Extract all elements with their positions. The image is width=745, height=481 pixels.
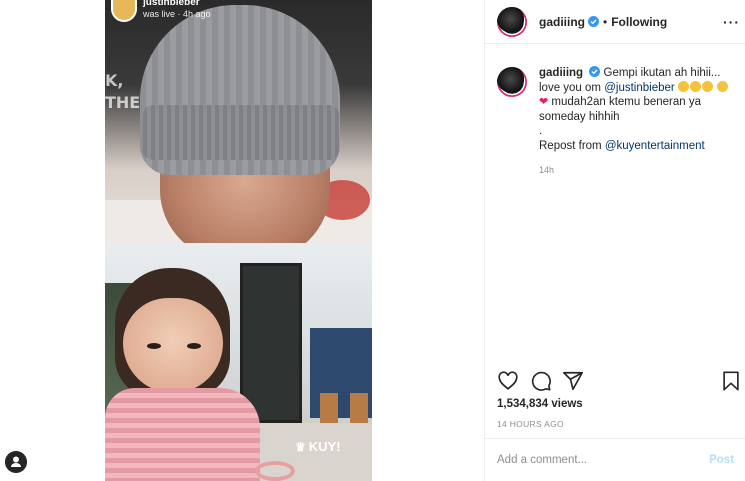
eye <box>187 343 201 349</box>
action-bar <box>497 370 742 394</box>
live-video-bottom: ♛ KUY! <box>105 243 372 481</box>
live-header: justinbieber was live · 4h ago <box>111 0 211 22</box>
caption-text-3: . <box>539 125 543 137</box>
user-icon[interactable] <box>5 451 27 473</box>
verified-icon <box>588 16 599 27</box>
caption-body: gadiiing Gempi ikutan ah hihii... love y… <box>539 66 734 178</box>
caption-avatar[interactable] <box>497 67 527 97</box>
following-button[interactable]: Following <box>611 15 667 29</box>
post-comment-button[interactable]: Post <box>709 454 734 466</box>
heart-icon[interactable] <box>497 370 519 392</box>
verified-icon <box>589 66 601 77</box>
child-shirt <box>105 388 260 481</box>
cup <box>255 461 295 481</box>
comment-bar: Post <box>485 438 745 481</box>
mention-link[interactable]: @justinbieber <box>604 82 675 94</box>
repost-label: Repost from <box>539 139 602 152</box>
mention-link[interactable]: @kuyentertainment <box>605 140 705 152</box>
live-avatar <box>111 0 137 22</box>
post-timestamp[interactable]: 14 HOURS AGO <box>497 419 564 429</box>
caption-username[interactable]: gadiiing <box>539 67 583 79</box>
caption-text-2: mudah2an ktemu beneran ya someday hihhih <box>539 96 702 123</box>
heart-emoji-icon: ❤ <box>539 96 549 108</box>
share-icon[interactable] <box>562 370 584 392</box>
live-username: justinbieber <box>143 0 200 8</box>
live-video-top: K, THE justinbieber was live · 4h ago <box>105 0 372 243</box>
window <box>240 263 302 423</box>
emoji-icon <box>689 80 701 92</box>
more-icon[interactable]: ··· <box>723 14 740 30</box>
bookmark-icon[interactable] <box>720 370 742 392</box>
post-media[interactable]: K,THE justinbieber was live · 4h ago ♛ <box>105 0 372 481</box>
beanie-cuff <box>143 105 339 160</box>
author-username[interactable]: gadiiing <box>539 15 585 29</box>
comment-icon[interactable] <box>530 370 552 392</box>
caption-age: 14h <box>539 165 555 175</box>
eye <box>147 343 161 349</box>
kuy-watermark: ♛ KUY! <box>295 439 341 454</box>
live-meta: was live · 4h ago <box>143 9 211 19</box>
view-count[interactable]: 1,534,834 views <box>497 398 583 410</box>
post-panel: gadiiing • Following ··· gadiiing Gempi … <box>484 0 745 481</box>
crown-icon: ♛ <box>295 439 306 454</box>
caption: gadiiing Gempi ikutan ah hihii... love y… <box>497 66 742 178</box>
separator-dot: • <box>603 14 608 29</box>
emoji-icon <box>717 80 729 92</box>
emoji-icon <box>701 80 713 92</box>
post-header: gadiiing • Following ··· <box>485 0 745 44</box>
author-avatar[interactable] <box>497 6 527 37</box>
comment-input[interactable] <box>497 454 710 466</box>
emoji-icon <box>677 80 689 92</box>
